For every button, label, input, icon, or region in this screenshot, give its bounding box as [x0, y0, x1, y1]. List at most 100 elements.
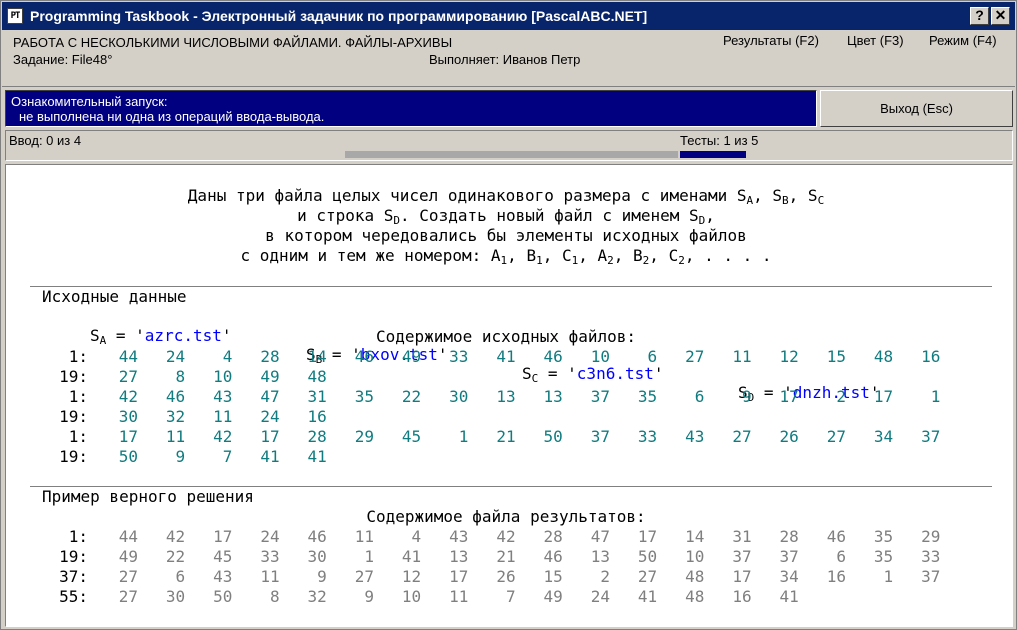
example-value: 15: [543, 567, 563, 586]
example-value: 37: [732, 547, 752, 566]
source-value: 2: [836, 387, 846, 406]
example-value: 31: [732, 527, 752, 546]
source-section-title: Исходные данные: [42, 287, 187, 306]
close-button[interactable]: ✕: [991, 7, 1010, 25]
example-value: 32: [307, 587, 327, 606]
source-value: 37: [590, 387, 610, 406]
example-value: 35: [873, 547, 894, 566]
example-value: 49: [118, 547, 138, 566]
example-value: 26: [496, 567, 516, 586]
example-value: 14: [685, 527, 705, 546]
exit-button[interactable]: Выход (Esc): [820, 90, 1013, 127]
source-value: 41: [496, 347, 516, 366]
source-value: 46: [354, 347, 374, 366]
source-value: 29: [354, 427, 374, 446]
example-value: 45: [213, 547, 233, 566]
source-value: 50: [118, 447, 138, 466]
example-value: 28: [543, 527, 563, 546]
status-panel: Ввод: 0 из 4 Тесты: 1 из 5: [5, 130, 1013, 161]
source-value: 17: [118, 427, 138, 446]
source-value: 27: [118, 367, 138, 386]
example-value: 48: [685, 567, 705, 586]
tests-progress-indicator: [680, 151, 746, 158]
color-menu[interactable]: Цвет (F3): [847, 33, 904, 48]
example-value: 46: [826, 527, 846, 546]
source-row-label: 1:: [68, 427, 88, 446]
source-value: 4: [222, 347, 233, 366]
source-value: 24: [165, 347, 186, 366]
source-value: 11: [165, 427, 186, 446]
help-button[interactable]: ?: [970, 7, 989, 25]
source-value: 9: [741, 387, 752, 406]
example-value: 48: [685, 587, 705, 606]
source-value: 22: [401, 387, 422, 406]
source-value: 47: [260, 387, 280, 406]
example-value: 46: [307, 527, 327, 546]
source-contents-label: Содержимое исходных файлов:: [375, 327, 637, 346]
source-value: 1: [458, 427, 469, 446]
source-value: 17: [779, 387, 799, 406]
example-value: 27: [118, 567, 138, 586]
example-value: 9: [364, 587, 374, 606]
example-value: 49: [543, 587, 563, 606]
source-value: 11: [732, 347, 752, 366]
example-value: 27: [118, 587, 138, 606]
mode-menu[interactable]: Режим (F4): [929, 33, 997, 48]
source-value: 7: [222, 447, 233, 466]
source-value: 16: [921, 347, 941, 366]
source-value: 49: [260, 367, 280, 386]
source-value: 13: [543, 387, 563, 406]
example-value: 24: [260, 527, 280, 546]
example-value: 27: [637, 567, 658, 586]
source-value: 41: [260, 447, 280, 466]
source-row-label: 1:: [68, 387, 88, 406]
example-value: 8: [269, 587, 280, 606]
source-value: 21: [496, 427, 516, 446]
example-value: 33: [921, 547, 941, 566]
example-value: 17: [732, 567, 752, 586]
source-value: 50: [543, 427, 563, 446]
title-bar[interactable]: PT Programming Taskbook - Электронный за…: [2, 2, 1015, 30]
source-value: 6: [647, 347, 658, 366]
source-value: 27: [732, 427, 752, 446]
source-value: 27: [826, 427, 846, 446]
file-name-c: SC = 'c3n6.tst': [522, 364, 664, 385]
app-window: PT Programming Taskbook - Электронный за…: [0, 0, 1017, 630]
example-value: 35: [873, 527, 894, 546]
source-value: 26: [779, 427, 799, 446]
example-value: 2: [600, 567, 610, 586]
source-value: 30: [449, 387, 469, 406]
progress-track: [345, 151, 678, 158]
source-row-label: 19:: [59, 367, 88, 386]
example-value: 24: [590, 587, 610, 606]
source-value: 45: [401, 427, 422, 446]
example-value: 41: [637, 587, 658, 606]
source-value: 43: [213, 387, 233, 406]
source-value: 16: [307, 407, 327, 426]
example-value: 44: [118, 527, 138, 546]
example-value: 17: [213, 527, 233, 546]
example-value: 9: [317, 567, 327, 586]
source-row-label: 1:: [68, 347, 88, 366]
source-value: 42: [213, 427, 233, 446]
info-line-2: не выполнена ни одна из операций ввода-в…: [19, 109, 325, 124]
source-row-label: 19:: [59, 407, 88, 426]
source-value: 14: [307, 347, 327, 366]
source-value: 34: [873, 427, 894, 446]
results-menu[interactable]: Результаты (F2): [723, 33, 819, 48]
source-value: 43: [685, 427, 705, 446]
example-value: 12: [401, 567, 422, 586]
example-value: 10: [685, 547, 705, 566]
example-value: 47: [590, 527, 610, 546]
source-value: 46: [165, 387, 186, 406]
example-value: 22: [165, 547, 186, 566]
example-row-label: 55:: [59, 587, 88, 606]
example-value: 37: [921, 567, 941, 586]
example-value: 6: [175, 567, 186, 586]
example-value: 30: [165, 587, 186, 606]
source-value: 42: [118, 387, 138, 406]
performer-name: Выполняет: Иванов Петр: [429, 52, 581, 67]
source-value: 17: [873, 387, 894, 406]
source-value: 41: [307, 447, 327, 466]
example-value: 43: [449, 527, 469, 546]
